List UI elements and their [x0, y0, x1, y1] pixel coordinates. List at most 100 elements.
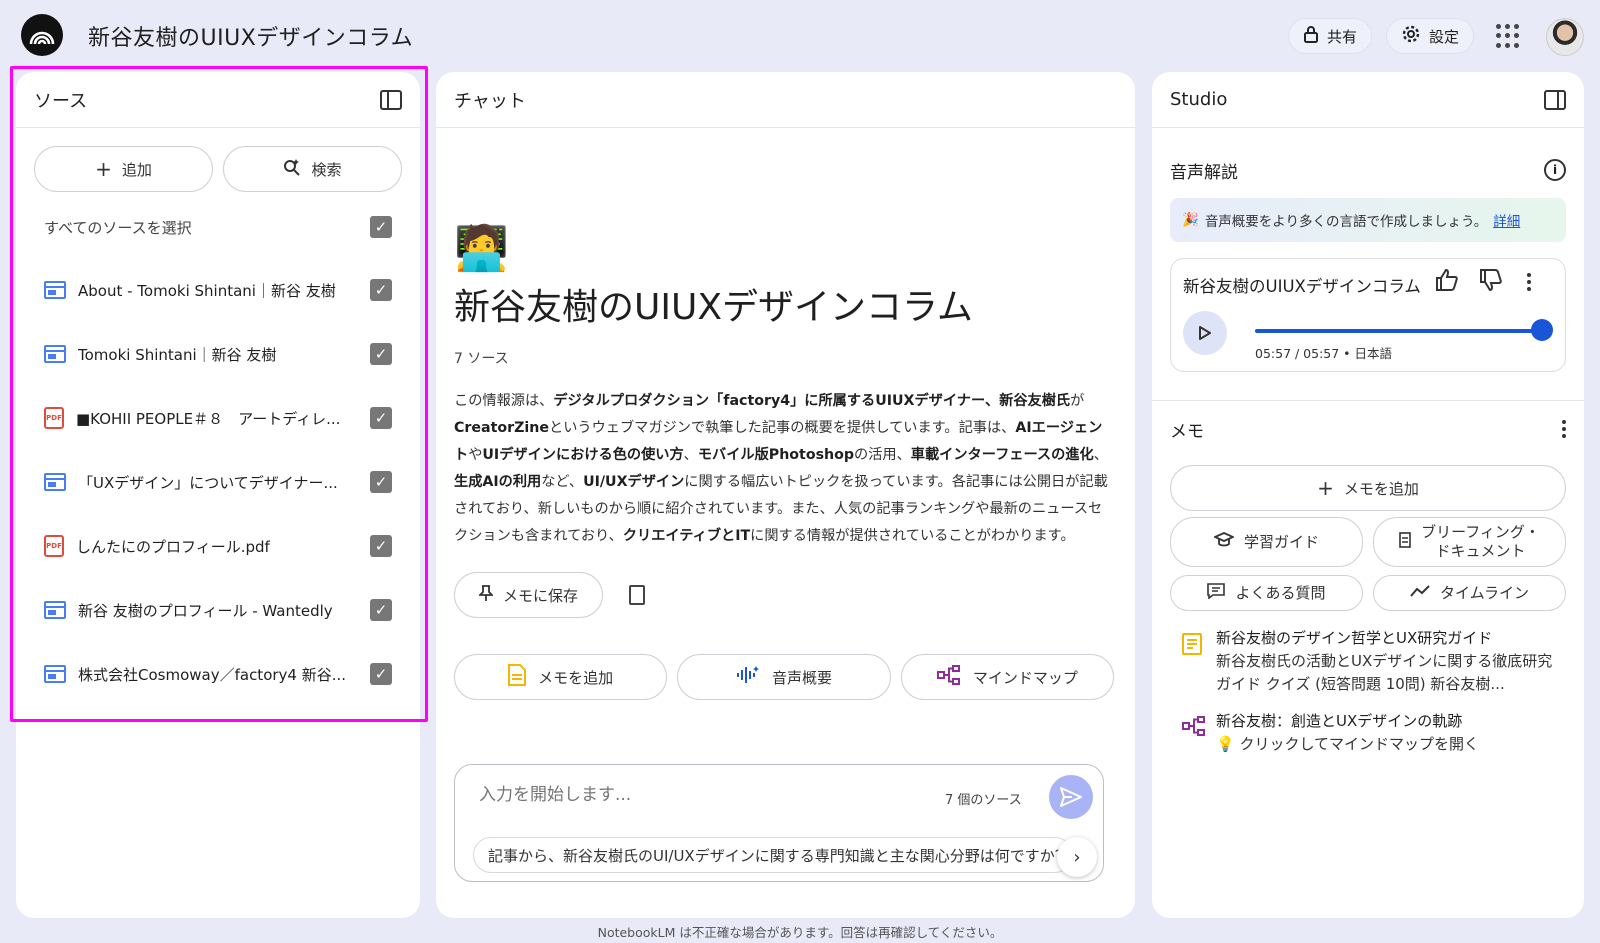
- avatar[interactable]: [1546, 18, 1584, 56]
- sources-title: ソース: [34, 90, 88, 112]
- notebook-title[interactable]: 新谷友樹のUIUXデザインコラム: [88, 20, 413, 52]
- suggested-question-chip[interactable]: 記事から、新谷友樹氏のUI/UXデザインに関する専門知識と主な関心分野は何ですか…: [473, 837, 1073, 873]
- collapse-panel-icon[interactable]: [380, 89, 402, 110]
- notebooklm-logo-icon[interactable]: [21, 14, 63, 56]
- source-checkbox[interactable]: ✓: [370, 407, 392, 429]
- web-page-icon: [44, 665, 66, 683]
- add-memo-button[interactable]: + メモを追加: [1170, 465, 1566, 511]
- more-options-icon[interactable]: [1562, 420, 1566, 438]
- summary-emphasis: CreatorZine: [454, 420, 550, 436]
- source-checkbox[interactable]: ✓: [370, 343, 392, 365]
- thumbs-down-icon[interactable]: [1479, 269, 1503, 296]
- summary-emphasis: 車載インターフェースの進化: [910, 447, 1094, 463]
- party-icon: 🎉: [1182, 212, 1199, 228]
- promo-text: 音声概要をより多くの言語で作成しましょう。: [1204, 214, 1488, 230]
- chevron-right-icon[interactable]: ›: [1057, 837, 1097, 877]
- source-item[interactable]: 新谷 友樹のプロフィール - Wantedly ✓: [16, 578, 420, 642]
- note-item[interactable]: 新谷友樹：創造とUXデザインの軌跡 💡 クリックしてマインドマップを開く: [1170, 710, 1566, 756]
- audio-progress-bar[interactable]: [1255, 329, 1549, 333]
- mind-map-button[interactable]: マインドマップ: [900, 654, 1114, 700]
- audio-section-title: 音声解説: [1170, 162, 1238, 183]
- source-label: ■KOHII PEOPLE＃８ アートディレ...: [76, 409, 341, 428]
- promo-details-link[interactable]: 詳細: [1493, 210, 1520, 230]
- sources-header: ソース: [16, 72, 420, 128]
- summary-emphasis: UIデザインにおける色の使い方: [482, 447, 684, 463]
- copy-icon[interactable]: [629, 585, 646, 605]
- chat-input[interactable]: [479, 785, 919, 805]
- source-item[interactable]: About - Tomoki Shintani｜新谷 友樹 ✓: [16, 258, 420, 322]
- chat-input-box: 7 個のソース 記事から、新谷友樹氏のUI/UXデザインに関する専門知識と主な関…: [454, 764, 1104, 882]
- memo-section-title: メモ: [1170, 421, 1204, 442]
- waveform-icon: [736, 664, 760, 690]
- audio-progress-handle[interactable]: [1531, 319, 1553, 341]
- disclaimer-text: NotebookLM は不正確な場合があります。回答は再確認してください。: [597, 925, 1003, 940]
- chat-title: チャット: [454, 90, 526, 112]
- timeline-button[interactable]: タイムライン: [1373, 575, 1566, 611]
- gear-icon: [1401, 24, 1421, 48]
- share-label: 共有: [1327, 27, 1358, 46]
- source-item[interactable]: 株式会社Cosmoway／factory4 新谷... ✓: [16, 642, 420, 706]
- chat-panel: チャット 🧑‍💻 新谷友樹のUIUXデザインコラム 7 ソース この情報源は、デ…: [436, 72, 1135, 918]
- send-button[interactable]: [1049, 775, 1093, 819]
- select-all-checkbox[interactable]: ✓: [370, 216, 392, 238]
- source-item[interactable]: 「UXデザイン」についてデザイナー... ✓: [16, 450, 420, 514]
- source-item[interactable]: PDF ■KOHII PEOPLE＃８ アートディレ... ✓: [16, 386, 420, 450]
- source-checkbox[interactable]: ✓: [370, 279, 392, 301]
- source-checkbox[interactable]: ✓: [370, 663, 392, 685]
- input-source-count: 7 個のソース: [945, 793, 1022, 808]
- note-mind-map-icon: [1182, 716, 1205, 736]
- source-checkbox[interactable]: ✓: [370, 471, 392, 493]
- faq-icon: [1207, 582, 1226, 604]
- thumbs-up-icon[interactable]: [1435, 268, 1459, 296]
- settings-button[interactable]: 設定: [1386, 18, 1475, 54]
- info-icon[interactable]: i: [1544, 159, 1566, 181]
- document-icon: [508, 664, 527, 690]
- source-item[interactable]: Tomoki Shintani｜新谷 友樹 ✓: [16, 322, 420, 386]
- summary-text: が: [1070, 393, 1085, 409]
- add-source-button[interactable]: + 追加: [34, 146, 213, 192]
- save-to-memo-button[interactable]: メモに保存: [454, 572, 604, 618]
- search-source-label: 検索: [311, 160, 342, 179]
- apps-grid-icon[interactable]: [1496, 24, 1520, 48]
- briefing-label-line2: ドキュメント: [1435, 542, 1526, 560]
- top-bar: 新谷友樹のUIUXデザインコラム 共有 設定: [0, 0, 1600, 72]
- note-item[interactable]: 新谷友樹のデザイン哲学とUX研究ガイド 新谷友樹氏の活動とUXデザインに関する徹…: [1170, 627, 1566, 696]
- more-options-icon[interactable]: [1527, 273, 1531, 291]
- mind-map-icon: [936, 665, 961, 689]
- studio-title: Studio: [1170, 89, 1228, 110]
- audio-title: 新谷友樹のUIUXデザインコラム: [1183, 277, 1421, 296]
- send-icon: [1060, 787, 1082, 807]
- briefing-document-button[interactable]: ブリーフィング・ ドキュメント: [1373, 517, 1566, 567]
- search-sparkle-icon: [283, 158, 301, 180]
- summary-emphasis: 生成AIの利用: [454, 474, 542, 490]
- select-all-label: すべてのソースを選択: [44, 218, 192, 237]
- summary-emphasis: UI/UXデザイン: [583, 474, 685, 490]
- plus-icon: +: [1317, 476, 1334, 500]
- add-memo-action-button[interactable]: メモを追加: [454, 654, 668, 700]
- source-label: 新谷 友樹のプロフィール - Wantedly: [78, 601, 333, 620]
- pdf-icon: PDF: [44, 407, 64, 429]
- source-checkbox[interactable]: ✓: [370, 599, 392, 621]
- study-guide-button[interactable]: 学習ガイド: [1170, 517, 1363, 567]
- add-memo-label: メモを追加: [1343, 479, 1419, 498]
- pdf-icon: PDF: [44, 535, 64, 557]
- share-button[interactable]: 共有: [1288, 18, 1373, 54]
- sources-panel: ソース + 追加 検索 すべてのソースを選択 ✓ About - Tomoki …: [16, 72, 420, 918]
- collapse-panel-icon[interactable]: [1544, 89, 1566, 110]
- chat-header: チャット: [436, 72, 1135, 128]
- trend-line-icon: [1410, 584, 1430, 603]
- pin-icon: [477, 584, 495, 606]
- search-source-button[interactable]: 検索: [223, 146, 402, 192]
- faq-button[interactable]: よくある質問: [1170, 575, 1363, 611]
- source-checkbox[interactable]: ✓: [370, 535, 392, 557]
- play-button[interactable]: [1183, 311, 1227, 355]
- audio-overview-button[interactable]: 音声概要: [677, 654, 891, 700]
- notebook-emoji: 🧑‍💻: [454, 223, 509, 274]
- source-label: Tomoki Shintani｜新谷 友樹: [78, 345, 277, 364]
- web-page-icon: [44, 345, 66, 363]
- source-item[interactable]: PDF しんたにのプロフィール.pdf ✓: [16, 514, 420, 578]
- summary-emphasis: モバイル版Photoshop: [697, 447, 855, 463]
- select-all-row[interactable]: すべてのソースを選択 ✓: [16, 196, 420, 258]
- web-page-icon: [44, 473, 66, 491]
- note-document-icon: [1182, 633, 1202, 655]
